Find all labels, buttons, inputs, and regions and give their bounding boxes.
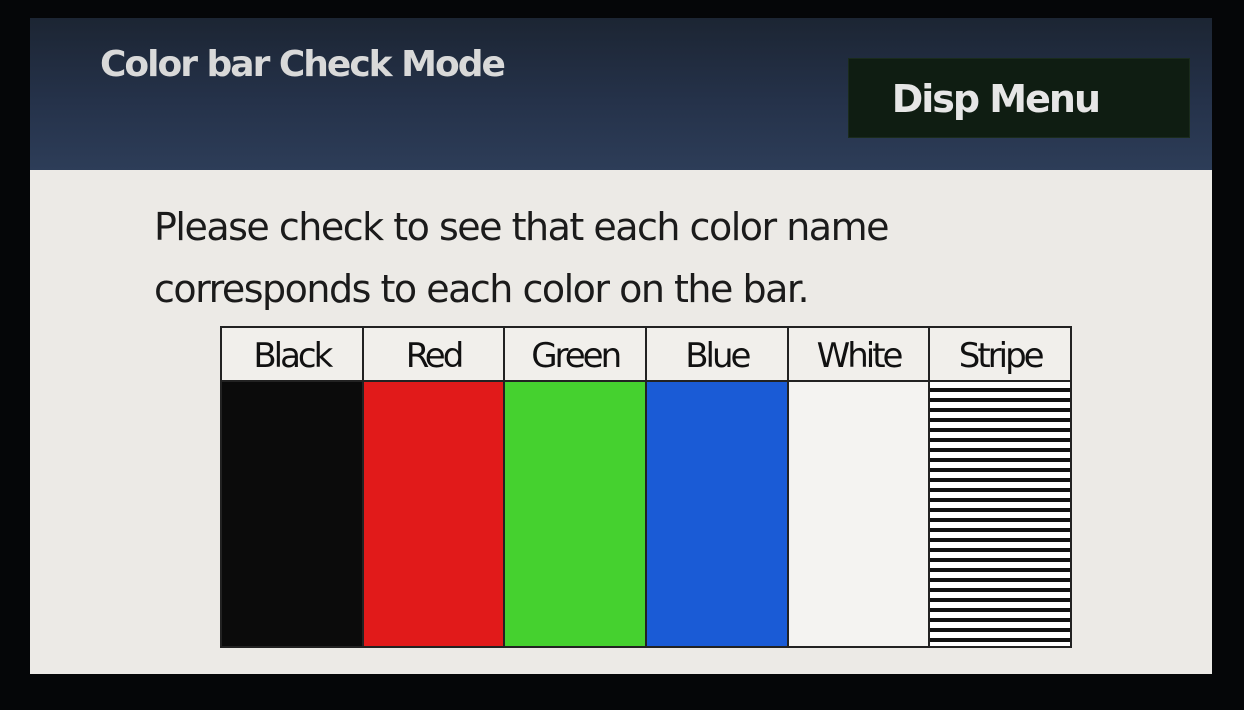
color-swatch-white bbox=[788, 382, 929, 646]
color-swatch-black bbox=[222, 382, 362, 646]
display-screen: Color bar Check Mode Disp Menu Please ch… bbox=[30, 18, 1212, 674]
color-label-blue: Blue bbox=[647, 328, 787, 382]
color-bar-blue: Blue bbox=[647, 328, 789, 646]
header-bar: Color bar Check Mode Disp Menu bbox=[30, 18, 1212, 170]
color-swatch-blue bbox=[647, 382, 787, 646]
content-area: Please check to see that each color name… bbox=[30, 170, 1212, 674]
color-swatch-green bbox=[505, 382, 646, 646]
color-label-black: Black bbox=[222, 328, 362, 382]
color-swatch-red bbox=[363, 382, 504, 646]
color-label-green: Green bbox=[505, 328, 646, 382]
color-bar-green: Green bbox=[505, 328, 648, 646]
color-bar-table: Black Red Green Blue White Stripe bbox=[220, 326, 1072, 648]
disp-menu-button[interactable]: Disp Menu bbox=[848, 58, 1190, 138]
color-bar-stripe: Stripe bbox=[930, 328, 1071, 646]
color-label-red: Red bbox=[363, 328, 504, 382]
instruction-text: Please check to see that each color name… bbox=[154, 196, 889, 320]
instruction-line-2: corresponds to each color on the bar. bbox=[154, 267, 810, 311]
color-bar-black: Black bbox=[222, 328, 364, 646]
instruction-line-1: Please check to see that each color name bbox=[154, 205, 889, 249]
color-bar-red: Red bbox=[363, 328, 506, 646]
color-label-white: White bbox=[788, 328, 929, 382]
color-bar-white: White bbox=[788, 328, 931, 646]
page-title: Color bar Check Mode bbox=[100, 44, 506, 85]
color-swatch-stripe bbox=[930, 382, 1071, 646]
color-label-stripe: Stripe bbox=[930, 328, 1071, 382]
